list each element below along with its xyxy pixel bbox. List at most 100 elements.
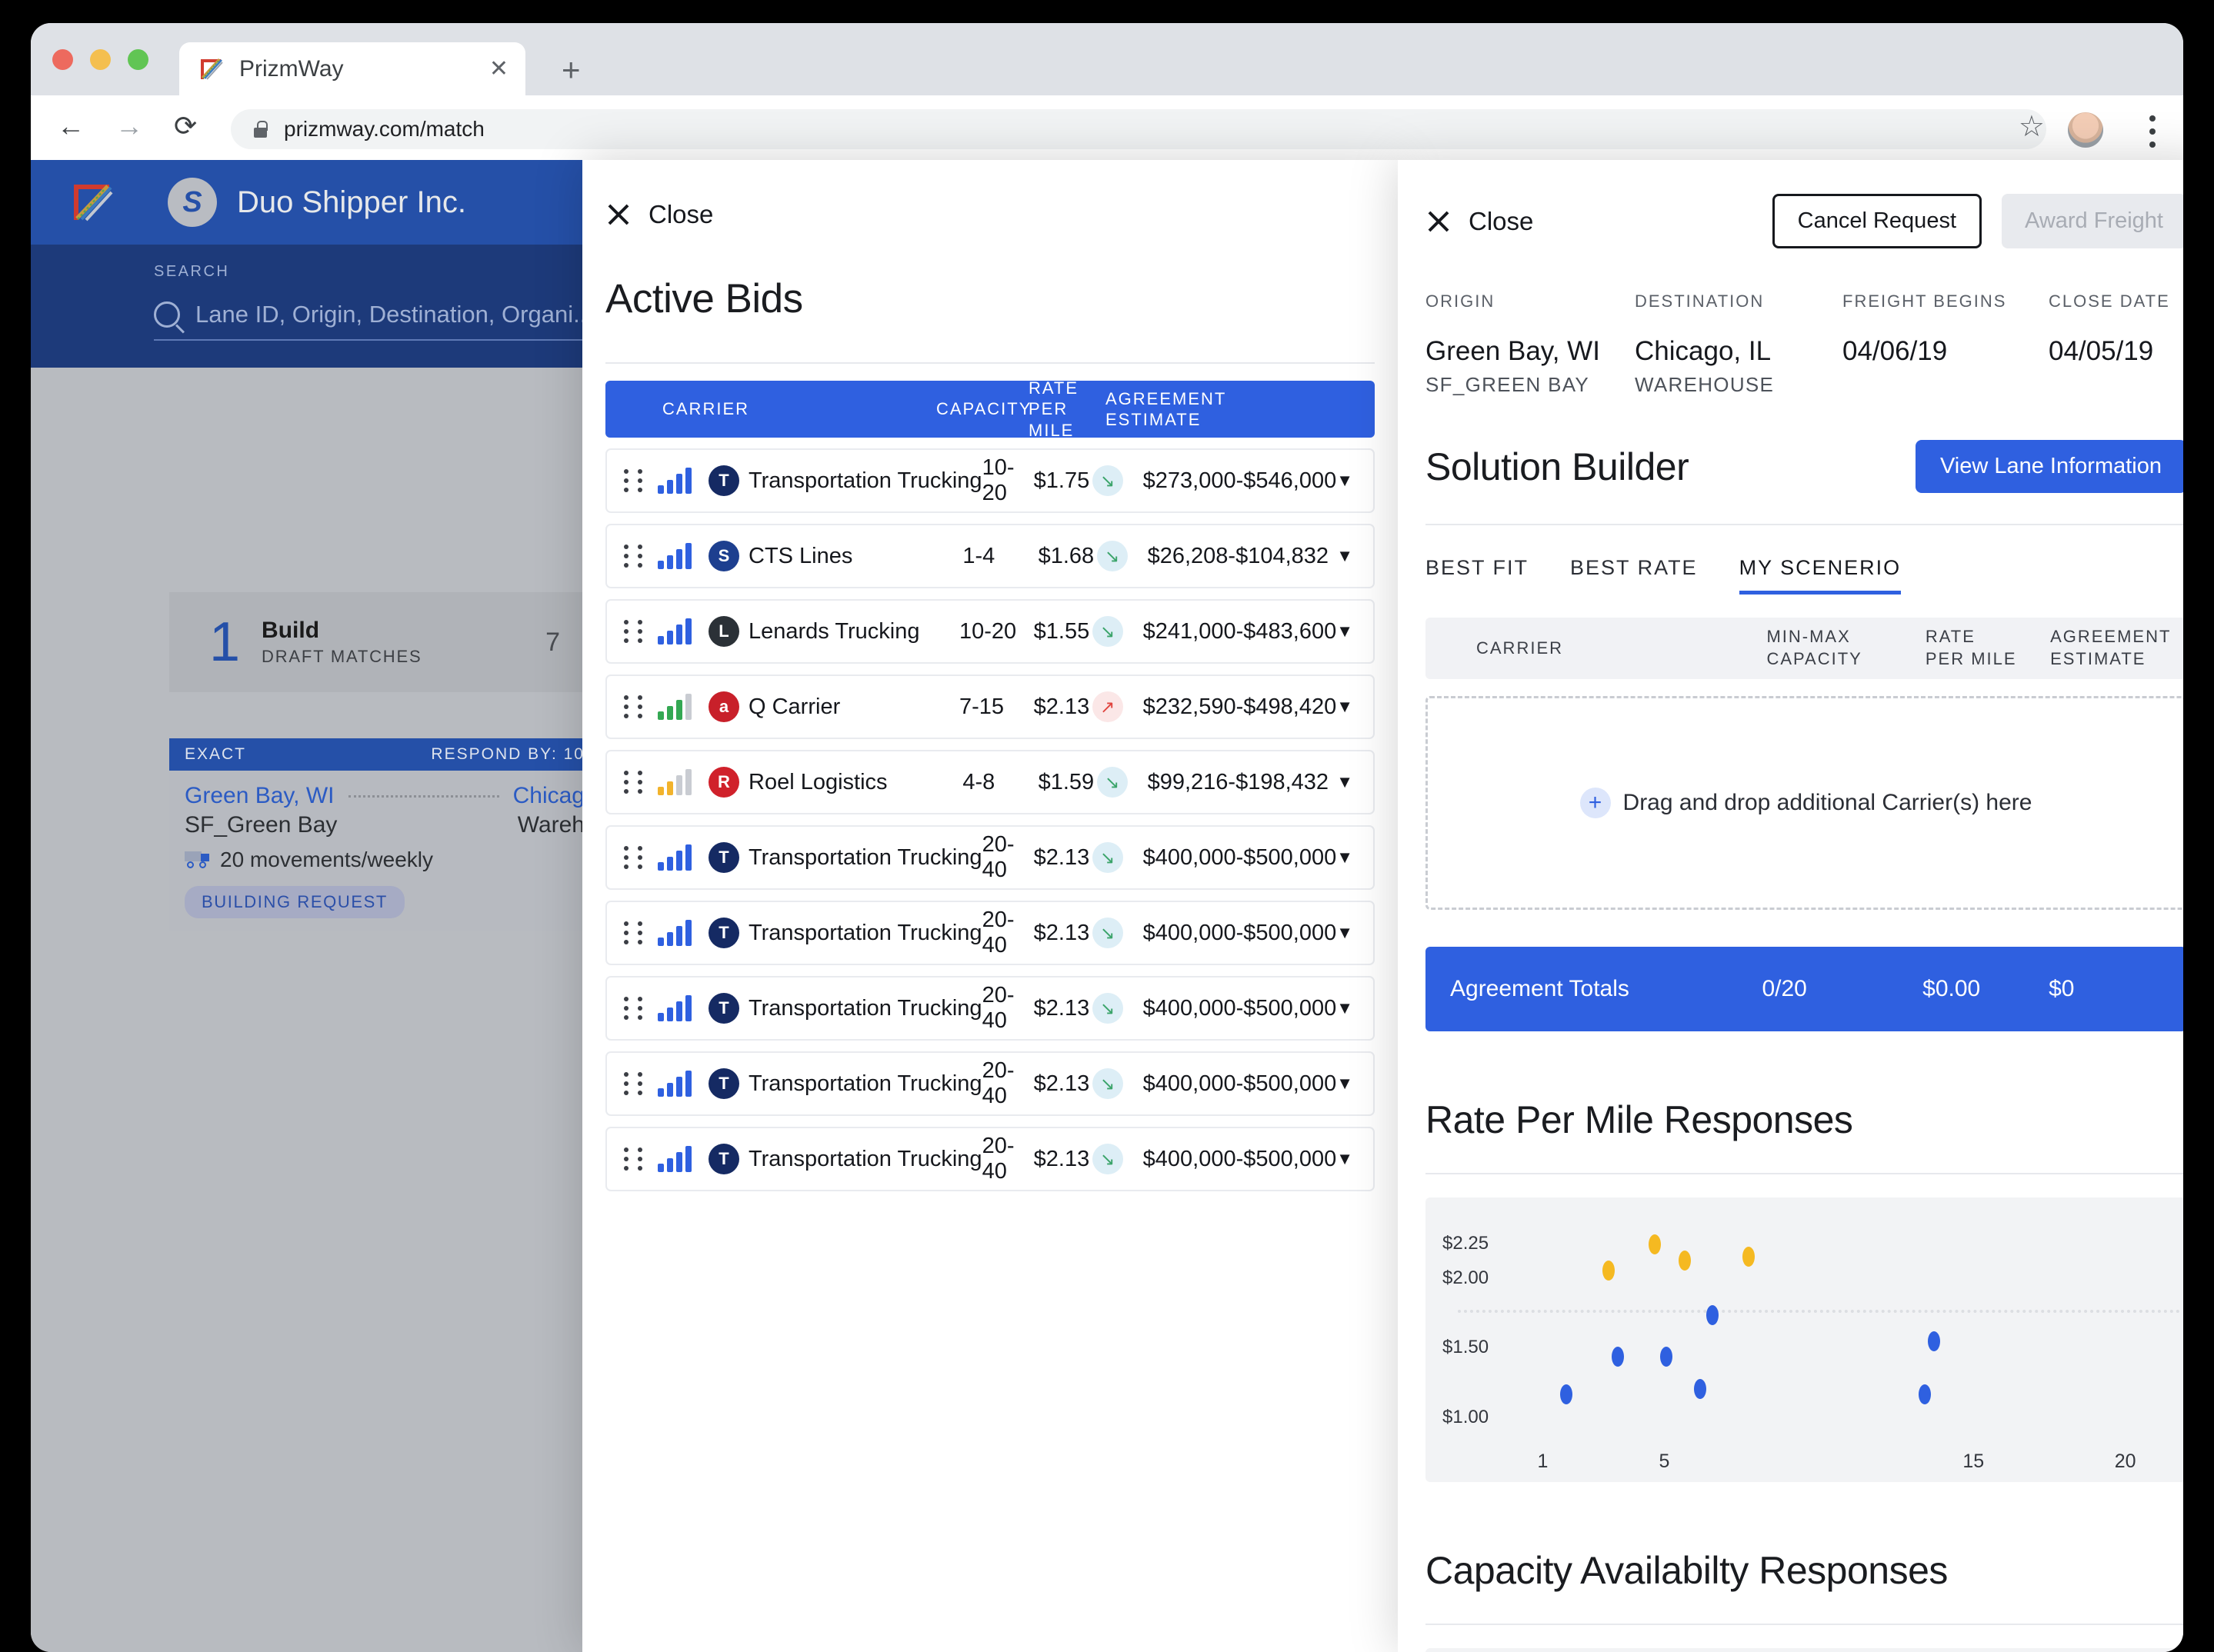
minimize-window-button[interactable]	[90, 49, 111, 70]
solution-builder-title: Solution Builder	[1425, 445, 1689, 488]
org-name: Duo Shipper Inc.	[237, 185, 466, 219]
chevron-down-icon[interactable]: ▼	[1336, 621, 1353, 641]
prizmway-logo[interactable]	[68, 178, 115, 226]
carrier-name: Lenards Trucking	[749, 618, 920, 644]
meta-sublabel: WAREHOUSE	[1635, 373, 1775, 396]
avatar[interactable]	[2068, 112, 2103, 148]
y-axis-tick-label: $2.25	[1442, 1232, 1489, 1254]
table-row[interactable]: R Roel Logistics 4-8 $1.59 ↘ $99,216-$198,432…	[605, 750, 1375, 814]
tab-title: PrizmWay	[239, 55, 344, 82]
chevron-down-icon[interactable]: ▼	[1336, 546, 1353, 566]
capacity-value: 4-8	[962, 769, 995, 794]
meta-value: Green Bay, WI	[1425, 336, 1600, 366]
kebab-menu-icon[interactable]	[2149, 115, 2156, 155]
agreement-estimate-value: $400,000-$500,000	[1142, 1146, 1337, 1171]
data-point	[1742, 1247, 1756, 1267]
close-window-button[interactable]	[52, 49, 73, 70]
divider	[1425, 1173, 2183, 1174]
close-icon[interactable]	[1425, 208, 1452, 235]
drag-handle-icon[interactable]	[624, 846, 644, 869]
data-point	[1602, 1261, 1615, 1281]
drag-handle-icon[interactable]	[624, 1147, 644, 1171]
lock-icon	[254, 121, 268, 138]
table-row[interactable]: T Transportation Trucking 20-40 $2.13 ↘ $400,…	[605, 1127, 1375, 1191]
rate-per-mile-value: $1.75	[1033, 468, 1090, 493]
table-row[interactable]: T Transportation Trucking 20-40 $2.13 ↘ $400,…	[605, 1051, 1375, 1116]
signal-bars-icon	[658, 844, 692, 871]
chevron-down-icon[interactable]: ▼	[1336, 1149, 1353, 1169]
rate-per-mile-value: $1.55	[1033, 618, 1090, 644]
bids-table-header: CARRIER CAPACITY RATE PER MILE AGREEMENT E…	[605, 378, 1375, 440]
lane-card-body: Green Bay, WI Chicag SF_Green Bay Wareh …	[169, 771, 600, 918]
lane-card[interactable]: EXACT RESPOND BY: 10 Green Bay, WI Chica…	[169, 738, 600, 931]
trend-down-icon: ↘	[1092, 1144, 1123, 1174]
reload-icon[interactable]: ⟳	[174, 112, 197, 140]
chevron-down-icon[interactable]: ▼	[1336, 998, 1353, 1018]
lane-dest-city: Chicag	[512, 783, 585, 808]
forward-arrow-icon[interactable]: →	[115, 112, 143, 140]
meta-column: DESTINATION Chicago, IL WAREHOUSE	[1635, 291, 1842, 397]
organization[interactable]: S Duo Shipper Inc.	[168, 178, 466, 227]
drag-handle-icon[interactable]	[624, 695, 644, 718]
new-tab-button[interactable]: +	[562, 53, 581, 85]
table-row[interactable]: L Lenards Trucking 10-20 $1.55 ↘ $241,000-$48…	[605, 599, 1375, 664]
table-row[interactable]: T Transportation Trucking 10-20 $1.75 ↘ $273,…	[605, 448, 1375, 513]
address-bar[interactable]: prizmway.com/match	[231, 109, 2046, 149]
meta-column: ORIGIN Green Bay, WI SF_GREEN BAY	[1425, 291, 1635, 397]
column-agreement-estimate: AGREEMENT ESTIMATE	[1105, 388, 1227, 430]
step-title: Build	[262, 618, 320, 643]
table-row[interactable]: a Q Carrier 7-15 $2.13 ↗ $232,590-$498,420 ▼	[605, 674, 1375, 739]
tab-best-rate[interactable]: BEST RATE	[1570, 556, 1698, 595]
rate-per-mile-value: $2.13	[1033, 995, 1090, 1021]
view-lane-information-button[interactable]: View Lane Information	[1915, 440, 2183, 493]
chevron-down-icon[interactable]: ▼	[1336, 697, 1353, 717]
carrier-dropzone[interactable]: + Drag and drop additional Carrier(s) he…	[1425, 696, 2183, 910]
tab-best-fit[interactable]: BEST FIT	[1425, 556, 1529, 595]
data-point	[1919, 1384, 1932, 1405]
star-icon[interactable]: ☆	[2019, 112, 2045, 142]
chevron-down-icon[interactable]: ▼	[1336, 1074, 1353, 1094]
table-row[interactable]: T Transportation Trucking 20-40 $2.13 ↘ $400,…	[605, 901, 1375, 965]
totals-capacity: 0/20	[1762, 976, 1807, 1001]
trend-down-icon: ↘	[1092, 1068, 1123, 1099]
carrier-logo: T	[709, 918, 739, 948]
drag-handle-icon[interactable]	[624, 1072, 644, 1095]
drag-handle-icon[interactable]	[624, 545, 644, 568]
trend-down-icon: ↘	[1092, 616, 1123, 647]
totals-rate: $0.00	[1922, 976, 1981, 1001]
data-point	[1927, 1331, 1940, 1352]
browser-tabstrip: PrizmWay ✕ +	[31, 23, 2183, 95]
chevron-down-icon[interactable]: ▼	[1336, 471, 1353, 491]
drag-handle-icon[interactable]	[624, 997, 644, 1020]
carrier-name: Transportation Trucking	[749, 468, 982, 493]
signal-bars-icon	[658, 995, 692, 1021]
table-row[interactable]: T Transportation Trucking 20-40 $2.13 ↘ $400,…	[605, 976, 1375, 1041]
lane-origin-city: Green Bay, WI	[185, 783, 335, 808]
table-row[interactable]: T Transportation Trucking 20-40 $2.13 ↘ $400,…	[605, 825, 1375, 890]
drag-handle-icon[interactable]	[624, 620, 644, 643]
table-row[interactable]: S CTS Lines 1-4 $1.68 ↘ $26,208-$104,832 ▼	[605, 524, 1375, 588]
drag-handle-icon[interactable]	[624, 921, 644, 944]
drag-handle-icon[interactable]	[624, 469, 644, 492]
back-arrow-icon[interactable]: ←	[57, 112, 85, 140]
trend-down-icon: ↘	[1092, 993, 1123, 1024]
bids-close-button[interactable]: Close	[582, 160, 1398, 229]
window-controls[interactable]	[52, 49, 148, 70]
chevron-down-icon[interactable]: ▼	[1336, 923, 1353, 943]
browser-tab[interactable]: PrizmWay ✕	[179, 42, 525, 95]
chevron-down-icon[interactable]: ▼	[1336, 848, 1353, 868]
step-subtitle: DRAFT MATCHES	[262, 647, 422, 666]
cancel-request-button[interactable]: Cancel Request	[1772, 194, 1982, 248]
tab-close-icon[interactable]: ✕	[489, 57, 508, 81]
build-step-card[interactable]: 1 Build DRAFT MATCHES 7	[169, 592, 600, 692]
search-input[interactable]: Lane ID, Origin, Destination, Organi...	[154, 301, 593, 341]
x-axis-tick-label: 15	[1962, 1450, 1985, 1472]
drag-handle-icon[interactable]	[624, 771, 644, 794]
tab-my-scenerio[interactable]: MY SCENERIO	[1739, 556, 1902, 595]
carrier-logo: R	[709, 767, 739, 798]
maximize-window-button[interactable]	[128, 49, 148, 70]
detail-close-label[interactable]: Close	[1469, 207, 1533, 236]
chevron-down-icon[interactable]: ▼	[1336, 772, 1353, 792]
meta-value: Chicago, IL	[1635, 336, 1772, 366]
meta-label: ORIGIN	[1425, 291, 1495, 311]
